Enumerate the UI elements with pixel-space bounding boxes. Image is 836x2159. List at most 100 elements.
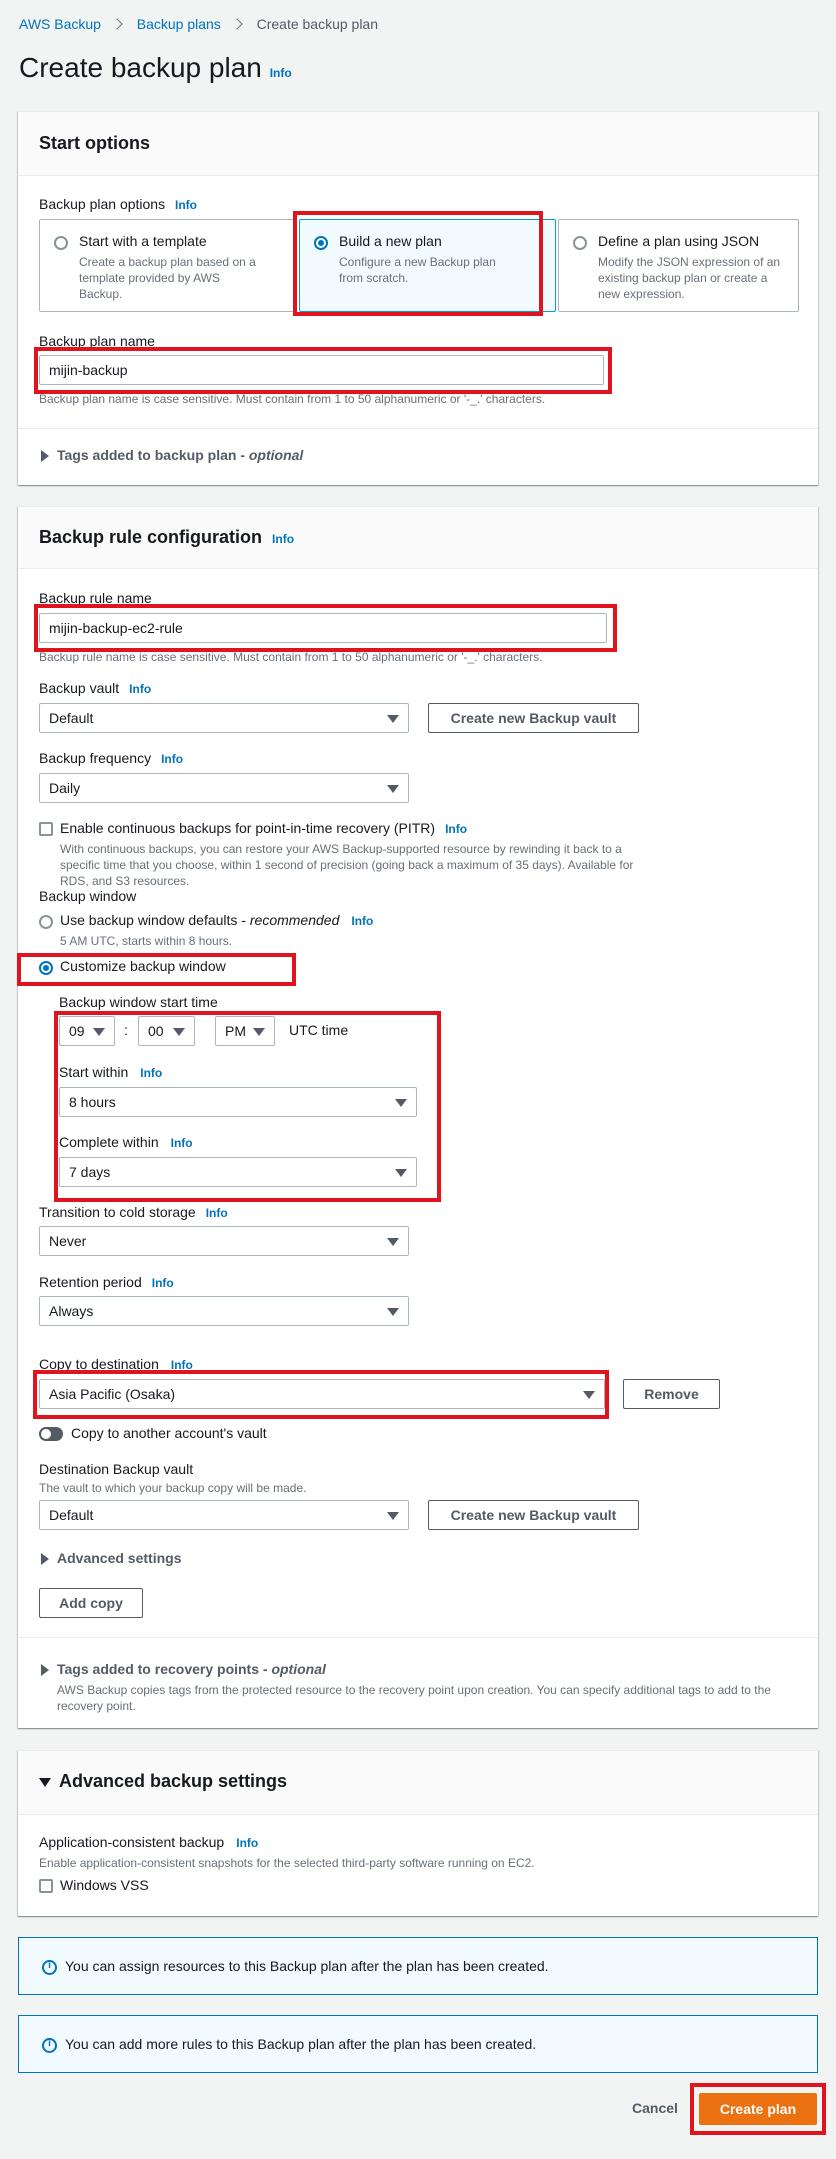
select-value: 00 bbox=[148, 1023, 164, 1039]
option-card-new-plan[interactable]: Build a new plan Configure a new Backup … bbox=[299, 219, 556, 312]
ampm-select[interactable]: PM bbox=[215, 1016, 275, 1046]
radio-window-defaults[interactable] bbox=[39, 915, 53, 929]
radio-json[interactable] bbox=[573, 236, 587, 250]
breadcrumb-current: Create backup plan bbox=[256, 16, 379, 32]
radio-customize-window[interactable] bbox=[39, 961, 53, 975]
rp-tags-label[interactable]: Tags added to recovery points - optional bbox=[57, 1661, 326, 1677]
info-link[interactable]: Info bbox=[140, 1066, 162, 1080]
hour-select[interactable]: 09 bbox=[59, 1016, 115, 1046]
create-backup-vault-button-2[interactable]: Create new Backup vault bbox=[428, 1500, 639, 1530]
caret-down-icon bbox=[387, 1512, 399, 1520]
select-value: 8 hours bbox=[69, 1094, 116, 1110]
info-flash-resources: You can assign resources to this Backup … bbox=[18, 1937, 818, 1995]
flash-text: You can add more rules to this Backup pl… bbox=[65, 2036, 537, 2052]
card-title: Define a plan using JSON bbox=[598, 233, 760, 249]
info-link[interactable]: Info bbox=[129, 682, 151, 696]
start-options-panel: Start options Backup plan options Info S… bbox=[18, 111, 818, 485]
backup-plan-name-input[interactable]: mijin-backup bbox=[39, 355, 604, 385]
pitr-checkbox[interactable] bbox=[39, 822, 53, 836]
retention-select[interactable]: Always bbox=[39, 1296, 409, 1326]
info-link[interactable]: Info bbox=[270, 66, 292, 80]
app-consistent-desc: Enable application-consistent snapshots … bbox=[39, 1856, 535, 1870]
create-backup-vault-button[interactable]: Create new Backup vault bbox=[428, 703, 639, 733]
add-copy-button[interactable]: Add copy bbox=[39, 1588, 143, 1618]
backup-rule-name-hint: Backup rule name is case sensitive. Must… bbox=[39, 650, 543, 664]
dest-vault-hint: The vault to which your backup copy will… bbox=[39, 1481, 307, 1495]
cold-storage-select[interactable]: Never bbox=[39, 1226, 409, 1256]
optional-text: optional bbox=[248, 447, 304, 463]
info-link[interactable]: Info bbox=[206, 1206, 228, 1220]
tags-backup-plan-toggle[interactable]: Tags added to backup plan - optional bbox=[18, 428, 818, 486]
backup-rule-panel: Backup rule configuration Info Backup rul… bbox=[18, 506, 818, 1728]
option-card-json[interactable]: Define a plan using JSON Modify the JSON… bbox=[558, 219, 799, 312]
complete-within-select[interactable]: 7 days bbox=[59, 1157, 417, 1187]
caret-down-icon bbox=[253, 1028, 265, 1036]
info-link[interactable]: Info bbox=[351, 914, 373, 928]
caret-down-icon bbox=[387, 715, 399, 723]
breadcrumb-link-backup-plans[interactable]: Backup plans bbox=[137, 16, 221, 32]
label-text: Backup vault bbox=[39, 680, 120, 696]
minute-select[interactable]: 00 bbox=[138, 1016, 195, 1046]
tags-label: Tags added to backup plan - optional bbox=[57, 447, 303, 463]
advanced-settings-label: Advanced settings bbox=[57, 1550, 182, 1566]
advanced-settings-toggle[interactable]: Advanced settings bbox=[39, 1550, 339, 1570]
dest-vault-select[interactable]: Default bbox=[39, 1500, 409, 1530]
info-link[interactable]: Info bbox=[161, 752, 183, 766]
radio-template[interactable] bbox=[54, 236, 68, 250]
info-link[interactable]: Info bbox=[445, 822, 467, 836]
select-value: Default bbox=[49, 710, 94, 726]
info-link[interactable]: Info bbox=[175, 198, 197, 212]
card-title: Start with a template bbox=[79, 233, 207, 249]
info-link[interactable]: Info bbox=[171, 1358, 193, 1372]
windows-vss-label: Windows VSS bbox=[60, 1877, 149, 1893]
info-link[interactable]: Info bbox=[171, 1136, 193, 1150]
label-text: Use backup window defaults - bbox=[60, 912, 250, 928]
backup-rule-name-input[interactable]: mijin-backup-ec2-rule bbox=[39, 613, 607, 643]
create-plan-button[interactable]: Create plan bbox=[699, 2093, 817, 2125]
label-text: Start within bbox=[59, 1064, 129, 1080]
backup-window-label: Backup window bbox=[39, 888, 137, 904]
customize-window-label: Customize backup window bbox=[60, 958, 226, 974]
panel-title: Advanced backup settings bbox=[59, 1771, 288, 1791]
backup-rule-name-label: Backup rule name bbox=[39, 590, 152, 606]
breadcrumb-link-aws-backup[interactable]: AWS Backup bbox=[19, 16, 101, 32]
start-within-select[interactable]: 8 hours bbox=[59, 1087, 417, 1117]
label-text: Backup plan options bbox=[39, 196, 166, 212]
card-desc: Create a backup plan based on a template… bbox=[79, 255, 256, 301]
label-text: Copy to destination bbox=[39, 1356, 159, 1372]
remove-button[interactable]: Remove bbox=[623, 1379, 720, 1409]
copy-other-account-toggle[interactable] bbox=[39, 1427, 63, 1441]
cancel-button[interactable]: Cancel bbox=[632, 2100, 678, 2116]
copy-destination-select[interactable]: Asia Pacific (Osaka) bbox=[39, 1379, 605, 1409]
tags-label-text: Tags added to backup plan - bbox=[57, 447, 249, 463]
caret-down-icon bbox=[173, 1028, 185, 1036]
cold-storage-label: Transition to cold storage Info bbox=[39, 1204, 228, 1220]
caret-right-icon bbox=[41, 1553, 49, 1565]
caret-right-icon bbox=[41, 450, 49, 462]
backup-frequency-select[interactable]: Daily bbox=[39, 773, 409, 803]
info-circle-icon bbox=[42, 1960, 57, 1975]
info-link[interactable]: Info bbox=[236, 1836, 258, 1850]
copy-destination-label: Copy to destination Info bbox=[39, 1356, 193, 1372]
panel-header[interactable]: Advanced backup settings bbox=[18, 1751, 818, 1815]
backup-vault-select[interactable]: Default bbox=[39, 703, 409, 733]
panel-title: Backup rule configuration Info bbox=[39, 527, 294, 548]
backup-frequency-label: Backup frequency Info bbox=[39, 750, 183, 766]
card-desc: Configure a new Backup plan from scratch… bbox=[339, 255, 496, 285]
dest-vault-label: Destination Backup vault bbox=[39, 1461, 194, 1477]
windows-vss-checkbox[interactable] bbox=[39, 1879, 53, 1893]
info-link[interactable]: Info bbox=[272, 532, 294, 546]
info-flash-rules: You can add more rules to this Backup pl… bbox=[18, 2015, 818, 2073]
page-title: Create backup plan Info bbox=[19, 52, 292, 84]
info-link[interactable]: Info bbox=[152, 1276, 174, 1290]
complete-within-label: Complete within Info bbox=[59, 1134, 193, 1150]
card-title: Build a new plan bbox=[339, 233, 442, 249]
option-card-template[interactable]: Start with a template Create a backup pl… bbox=[39, 219, 297, 312]
optional-text: optional bbox=[271, 1661, 326, 1677]
pitr-desc: With continuous backups, you can restore… bbox=[60, 842, 634, 888]
radio-new-plan[interactable] bbox=[314, 236, 328, 250]
panel-header: Backup rule configuration Info bbox=[18, 507, 818, 569]
select-value: Daily bbox=[49, 780, 81, 796]
select-value: PM bbox=[225, 1023, 246, 1039]
backup-plan-name-label: Backup plan name bbox=[39, 333, 155, 349]
